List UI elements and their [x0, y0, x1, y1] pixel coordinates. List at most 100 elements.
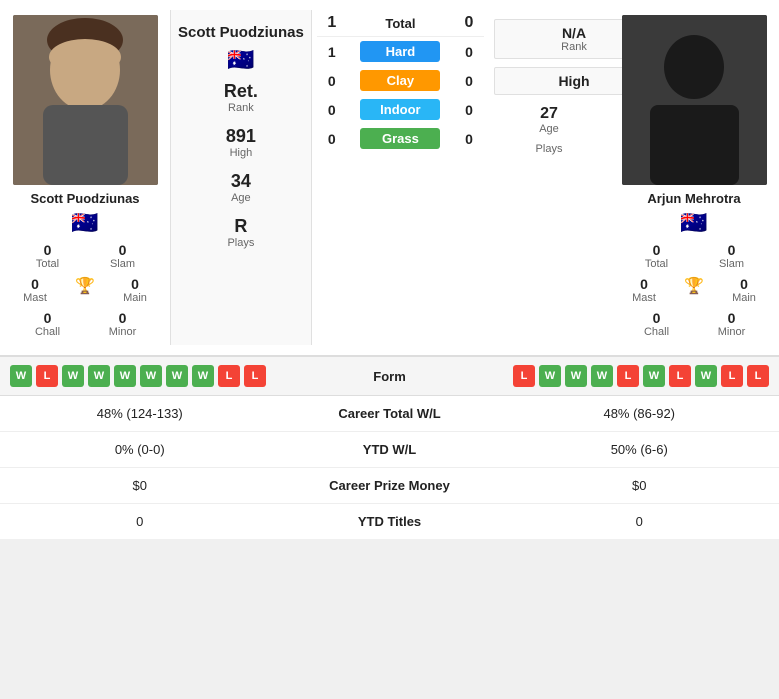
form-badge-left: W — [166, 365, 188, 387]
form-badge-left: W — [10, 365, 32, 387]
player-left-section: Scott Puodziunas 🇦🇺 0 Total 0 Slam 0 Mas… — [0, 10, 170, 345]
left-main-label: Main — [123, 292, 147, 304]
stats-right-val-3: 0 — [500, 514, 779, 529]
indoor-right-score: 0 — [454, 102, 484, 118]
player-right-name: Arjun Mehrotra — [647, 191, 740, 206]
stats-left-val-0: 48% (124-133) — [0, 406, 280, 421]
player-left-photo — [13, 15, 158, 185]
hard-right-score: 0 — [454, 44, 484, 60]
grass-badge: Grass — [360, 128, 440, 149]
form-badge-left: L — [244, 365, 266, 387]
form-badge-right: L — [747, 365, 769, 387]
grass-row: 0 Grass 0 — [317, 124, 484, 153]
form-label: Form — [300, 369, 480, 384]
stats-row: 0 YTD Titles 0 — [0, 504, 779, 539]
center-stats-section: Scott Puodziunas 🇦🇺 Ret. Rank 891 High 3… — [170, 10, 312, 345]
hard-left-score: 1 — [317, 44, 347, 60]
indoor-badge: Indoor — [360, 99, 440, 120]
right-mast-label: Mast — [632, 292, 656, 304]
stats-right-val-1: 50% (6-6) — [500, 442, 779, 457]
surface-section: 1 Total 0 1 Hard 0 0 Clay 0 0 Indoor 0 0… — [312, 10, 489, 345]
stats-table: 48% (124-133) Career Total W/L 48% (86-9… — [0, 396, 779, 539]
left-main-value: 0 — [131, 276, 139, 292]
right-mast-value: 0 — [640, 276, 648, 292]
form-badge-right: W — [565, 365, 587, 387]
total-label: Total — [347, 16, 454, 31]
left-minor-label: Minor — [109, 326, 137, 338]
stats-center-label-3: YTD Titles — [280, 514, 500, 529]
left-total-value: 0 — [44, 242, 52, 258]
right-minor-value: 0 — [728, 310, 736, 326]
form-badge-left: W — [88, 365, 110, 387]
player-left-stats: 0 Total 0 Slam 0 Mast 🏆 0 Main — [10, 240, 160, 340]
right-age-value: 27 — [539, 105, 559, 123]
form-badge-left: L — [218, 365, 240, 387]
player-left-name: Scott Puodziunas — [30, 191, 139, 206]
player-left-flag: 🇦🇺 — [71, 210, 98, 236]
left-slam-label: Slam — [110, 258, 135, 270]
player-right-photo — [622, 15, 767, 185]
right-main-value: 0 — [740, 276, 748, 292]
form-badge-left: W — [140, 365, 162, 387]
clay-row: 0 Clay 0 — [317, 66, 484, 95]
stats-center-label-2: Career Prize Money — [280, 478, 500, 493]
indoor-left-score: 0 — [317, 102, 347, 118]
left-mast-value: 0 — [31, 276, 39, 292]
left-minor-value: 0 — [119, 310, 127, 326]
right-trophy-icon: 🏆 — [684, 276, 704, 296]
stats-center-label-1: YTD W/L — [280, 442, 500, 457]
form-badge-left: L — [36, 365, 58, 387]
hard-badge: Hard — [360, 41, 440, 62]
right-age-block: 27 Age — [539, 105, 559, 135]
center-high-label: High — [230, 147, 253, 159]
player-right-flag: 🇦🇺 — [680, 210, 707, 236]
clay-badge: Clay — [360, 70, 440, 91]
stats-left-val-2: $0 — [0, 478, 280, 493]
form-badge-right: W — [539, 365, 561, 387]
center-rank-label: Rank — [228, 102, 254, 114]
right-chall-value: 0 — [653, 310, 661, 326]
player-right-stats: 0 Total 0 Slam 0 Mast 🏆 0 Main — [619, 240, 769, 340]
right-plays-label: Plays — [536, 143, 563, 155]
form-badge-right: W — [591, 365, 613, 387]
left-chall-value: 0 — [44, 310, 52, 326]
form-badge-right: W — [695, 365, 717, 387]
form-badge-right: L — [617, 365, 639, 387]
clay-right-score: 0 — [454, 73, 484, 89]
form-badge-left: W — [62, 365, 84, 387]
stats-center-label-0: Career Total W/L — [280, 406, 500, 421]
left-slam-value: 0 — [119, 242, 127, 258]
stats-row: 0% (0-0) YTD W/L 50% (6-6) — [0, 432, 779, 468]
right-plays-block: Plays — [536, 143, 563, 155]
center-high-value: 891 — [226, 126, 256, 147]
center-rank-block: Ret. Rank — [224, 81, 258, 114]
right-chall-label: Chall — [644, 326, 669, 338]
total-left-score: 1 — [317, 14, 347, 32]
stats-left-val-3: 0 — [0, 514, 280, 529]
right-total-label: Total — [645, 258, 668, 270]
left-trophy-icon: 🏆 — [75, 276, 95, 296]
stats-right-val-0: 48% (86-92) — [500, 406, 779, 421]
form-badge-left: W — [192, 365, 214, 387]
center-age-block: 34 Age — [231, 171, 251, 204]
center-left-flag: 🇦🇺 — [227, 47, 254, 73]
left-mast-label: Mast — [23, 292, 47, 304]
stats-right-val-2: $0 — [500, 478, 779, 493]
center-left-name: Scott Puodziunas — [178, 24, 304, 41]
center-plays-block: R Plays — [227, 216, 254, 249]
right-main-label: Main — [732, 292, 756, 304]
clay-left-score: 0 — [317, 73, 347, 89]
right-stat-boxes: N/A Rank High 27 Age Plays — [489, 10, 609, 345]
center-age-value: 34 — [231, 171, 251, 192]
player-right-section: Arjun Mehrotra 🇦🇺 0 Total 0 Slam 0 Mast — [609, 10, 779, 345]
center-plays-label: Plays — [227, 237, 254, 249]
center-player-left-name-block: Scott Puodziunas — [178, 24, 304, 41]
right-total-value: 0 — [653, 242, 661, 258]
form-badge-right: L — [721, 365, 743, 387]
left-total-label: Total — [36, 258, 59, 270]
total-row: 1 Total 0 — [317, 10, 484, 37]
right-slam-label: Slam — [719, 258, 744, 270]
total-right-score: 0 — [454, 14, 484, 32]
indoor-row: 0 Indoor 0 — [317, 95, 484, 124]
right-slam-value: 0 — [728, 242, 736, 258]
